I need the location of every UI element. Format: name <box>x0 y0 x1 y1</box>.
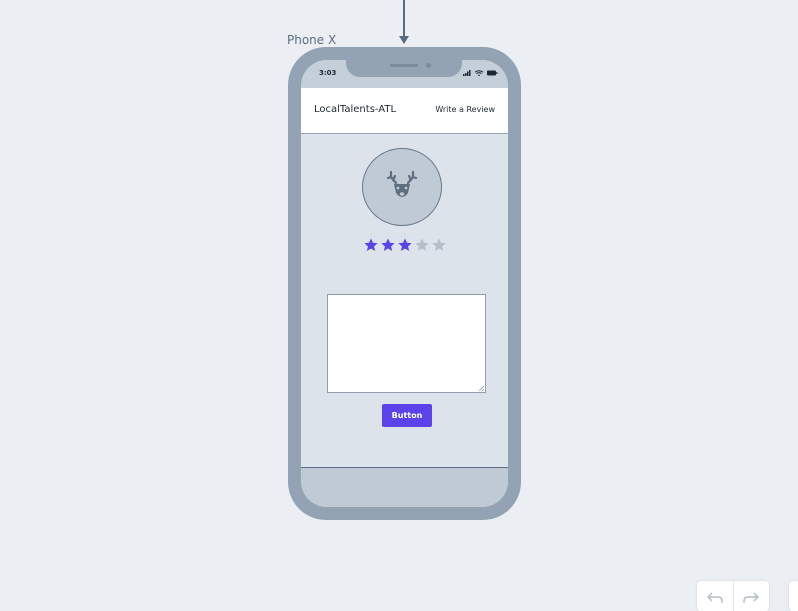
star-shape <box>398 238 412 251</box>
phone-frame[interactable]: 3:03 LocalTalents-ATL Write a Review But… <box>288 47 521 520</box>
star-shape <box>432 238 446 251</box>
star-shape <box>381 238 395 251</box>
status-time: 3:03 <box>319 69 337 77</box>
star-shape <box>364 238 378 251</box>
connector-arrow-icon <box>399 36 409 44</box>
star-icon-3[interactable] <box>397 237 413 253</box>
app-header: LocalTalents-ATL Write a Review <box>301 88 508 134</box>
speaker <box>390 64 418 67</box>
undo-redo-toolbar <box>697 581 769 611</box>
star-icon-4[interactable] <box>414 237 430 253</box>
avatar <box>362 148 442 226</box>
frame-label[interactable]: Phone X <box>287 33 336 47</box>
wifi-icon <box>474 70 484 77</box>
redo-icon <box>743 592 759 603</box>
redo-button[interactable] <box>733 581 769 611</box>
deer-icon <box>387 171 417 197</box>
resize-grip-icon[interactable] <box>478 385 484 391</box>
zoom-control-edge[interactable] <box>789 581 798 611</box>
write-review-link[interactable]: Write a Review <box>435 105 495 114</box>
undo-icon <box>707 592 723 603</box>
undo-button[interactable] <box>697 581 734 611</box>
app-title: LocalTalents-ATL <box>314 104 397 115</box>
camera <box>426 63 431 68</box>
star-icon-1[interactable] <box>363 237 379 253</box>
status-bar: 3:03 <box>301 60 508 88</box>
star-icon-5[interactable] <box>431 237 447 253</box>
notch <box>346 60 462 77</box>
signal-icon <box>463 70 471 76</box>
connector-line <box>403 0 405 38</box>
star-icon-2[interactable] <box>380 237 396 253</box>
star-shape <box>415 238 429 251</box>
submit-button[interactable]: Button <box>382 404 432 427</box>
review-textarea[interactable] <box>327 294 486 393</box>
battery-icon <box>487 70 498 76</box>
status-icons <box>463 70 498 77</box>
phone-screen: 3:03 LocalTalents-ATL Write a Review But… <box>301 60 508 507</box>
bottom-bar <box>301 467 508 507</box>
